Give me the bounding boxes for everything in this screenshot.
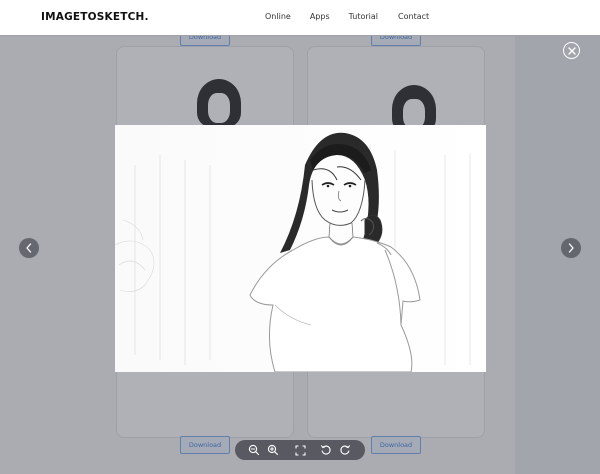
chevron-left-icon	[26, 243, 32, 253]
zoom-in-icon	[267, 444, 279, 456]
rotate-right-icon	[340, 445, 351, 455]
next-image-button[interactable]	[561, 238, 581, 258]
chevron-right-icon	[568, 243, 574, 253]
viewer-toolbar	[235, 440, 365, 460]
fullscreen-button[interactable]	[293, 443, 307, 457]
nav-link-tutorial[interactable]: Tutorial	[349, 12, 378, 21]
fullscreen-icon	[294, 444, 306, 456]
nav-link-online[interactable]: Online	[265, 12, 291, 21]
zoom-out-icon	[248, 444, 260, 456]
nav-link-contact[interactable]: Contact	[398, 12, 429, 21]
main-nav: Online Apps Tutorial Contact	[265, 12, 429, 21]
site-logo[interactable]: IMAGETOSKETCH.	[41, 11, 149, 23]
sketch-image[interactable]	[115, 125, 486, 372]
zoom-out-button[interactable]	[247, 443, 261, 457]
previous-image-button[interactable]	[19, 238, 39, 258]
rotate-right-button[interactable]	[338, 443, 352, 457]
nav-link-apps[interactable]: Apps	[310, 12, 330, 21]
close-button[interactable]	[563, 42, 580, 59]
site-header: IMAGETOSKETCH. Online Apps Tutorial Cont…	[0, 0, 600, 36]
sketch-illustration	[115, 125, 486, 372]
rotate-left-button[interactable]	[319, 443, 333, 457]
close-icon	[567, 46, 576, 55]
zoom-in-button[interactable]	[266, 443, 280, 457]
rotate-left-icon	[320, 445, 331, 455]
